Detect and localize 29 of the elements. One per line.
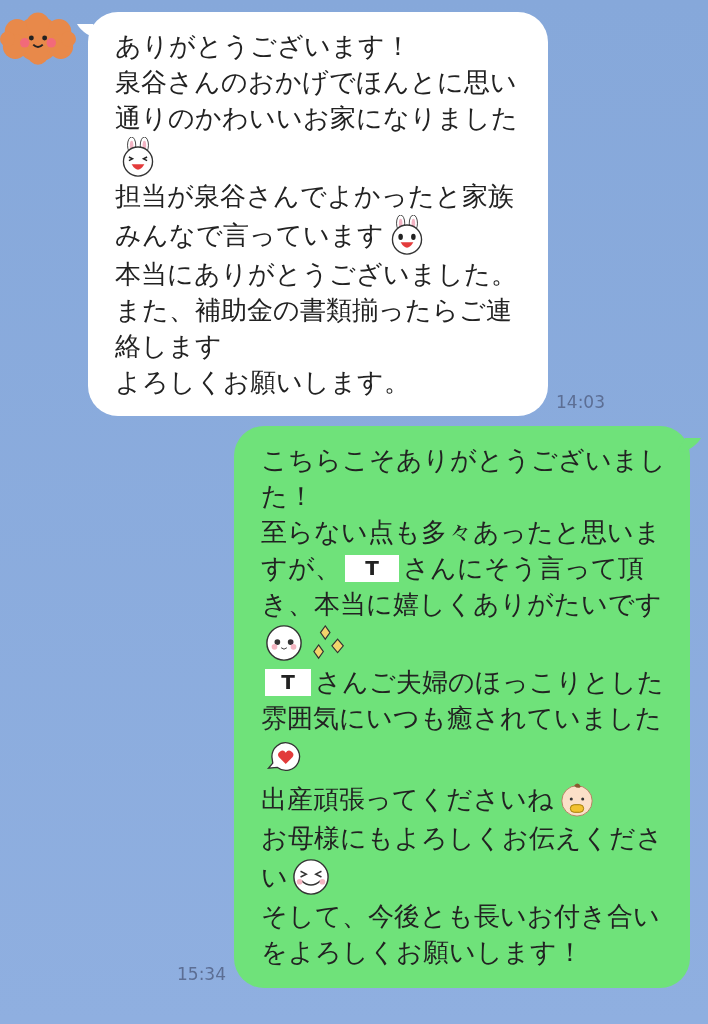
grinning-face-icon [292,857,330,897]
name-redaction: T [265,668,311,696]
message-text: また、補助金の書類揃ったらご連 [115,294,512,327]
message-time: 15:34 [177,964,226,986]
message-text: 至らない点も多々あったと思いま [261,516,661,549]
message-text: 出産頑張ってくださいね [261,783,554,816]
message-text: をよろしくお願いします！ [261,936,583,969]
message-text: き、本当に嬉しくありがたいです [261,588,662,621]
smiling-face-icon [265,623,303,663]
message-text: 担当が泉谷さんでよかったと家族 [115,180,514,213]
message-text: すが、 [261,552,341,585]
message-text: お母様にもよろしくお伝えくださ [261,822,663,855]
message-text: こちらこそありがとうございまし [261,444,666,477]
message-text: さんご夫婦のほっこりとした [315,666,664,699]
message-text: そして、今後とも長いお付き合い [261,900,660,933]
avatar-icon[interactable] [0,12,76,66]
message-time: 14:03 [556,392,605,414]
message-text: みんなで言っています [115,219,384,252]
message-text: 泉谷さんのおかげでほんとに思い [115,66,517,99]
message-text: 雰囲気にいつも癒されていました [261,702,662,735]
message-text: ありがとうございます！ [115,30,411,63]
message-text: 通りのかわいいお家になりました [115,102,518,135]
name-redaction: T [345,554,399,582]
message-text: い [261,861,288,894]
message-text: よろしくお願いします。 [115,366,410,399]
message-text: 本当にありがとうございました。 [115,258,517,291]
message-text: 絡します [115,330,222,363]
message-text: た！ [261,480,314,513]
message-text: さんにそう言って頂 [403,552,644,585]
